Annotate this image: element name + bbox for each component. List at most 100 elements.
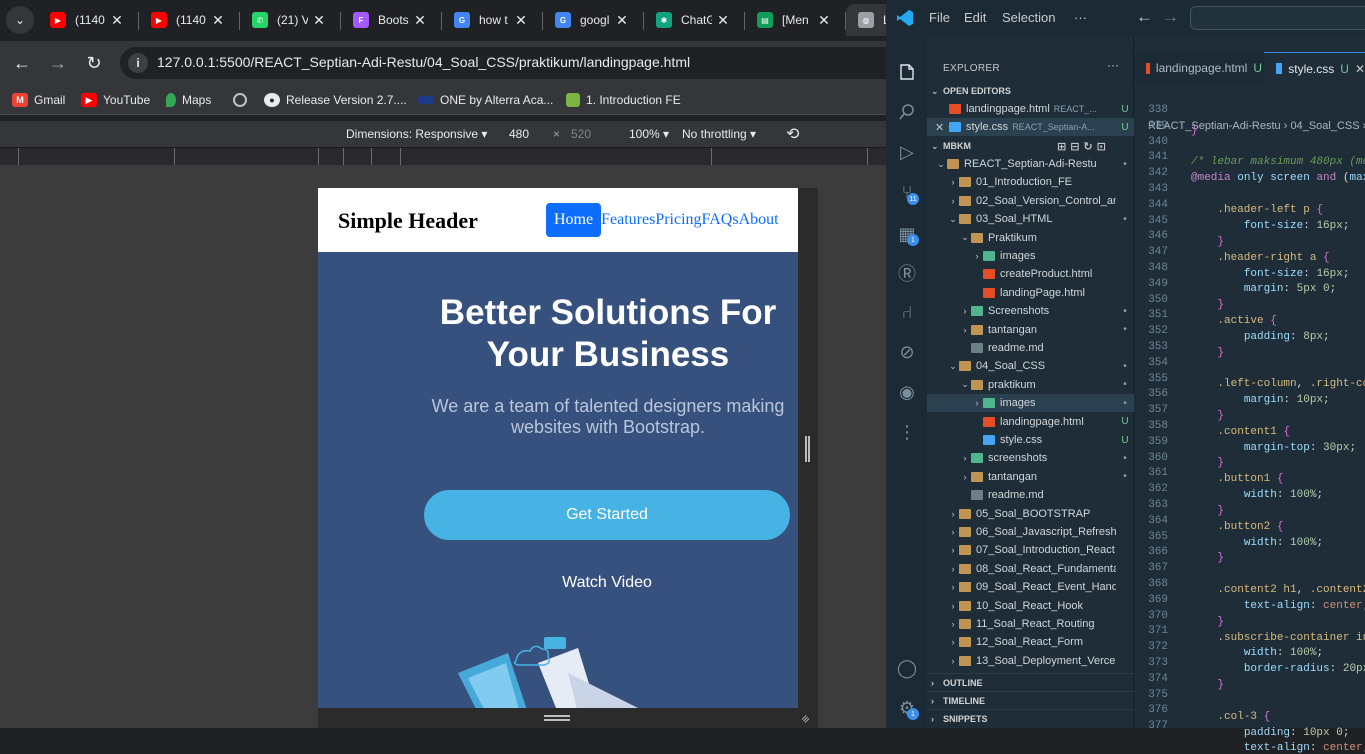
bookmark-alterra[interactable]: ONE by Alterra Aca... bbox=[418, 91, 553, 109]
media-query-tick[interactable] bbox=[400, 148, 401, 166]
close-icon[interactable]: ✕ bbox=[110, 12, 124, 29]
editor-tab-landingpage[interactable]: landingpage.html U bbox=[1134, 52, 1262, 84]
close-icon[interactable]: ✕ bbox=[615, 12, 629, 29]
throttle-select[interactable]: No throttling ▾ bbox=[682, 127, 756, 141]
timeline-icon[interactable]: ⋮ bbox=[895, 420, 919, 444]
git-graph-icon[interactable]: ⑁ bbox=[895, 300, 919, 324]
open-editor-item[interactable]: ✕ style.css REACT_Septian-A... U bbox=[927, 118, 1134, 136]
back-icon[interactable]: ← bbox=[10, 51, 34, 75]
corner-grip-icon[interactable]: ≡ bbox=[798, 712, 813, 727]
explorer-actions-icon[interactable]: ⊞⊟↻⊡ bbox=[1057, 140, 1110, 153]
tree-item[interactable]: › images • bbox=[927, 394, 1134, 413]
browser-tab[interactable]: Ggoogl ✕ bbox=[543, 4, 639, 36]
breadcrumb[interactable]: REACT_Septian-Adi-Restu › 04_Soal_CSS › … bbox=[1148, 120, 1365, 132]
close-icon[interactable]: ✕ bbox=[935, 121, 949, 134]
close-icon[interactable]: ✕ bbox=[413, 12, 427, 29]
tree-item[interactable]: › images bbox=[927, 247, 1134, 265]
zoom-select[interactable]: 100% ▾ bbox=[629, 127, 669, 141]
close-icon[interactable]: ✕ bbox=[211, 12, 225, 29]
tree-item[interactable]: ⌄ 04_Soal_CSS • bbox=[927, 357, 1134, 375]
rotate-icon[interactable]: ⟲ bbox=[786, 124, 799, 144]
menu-selection[interactable]: Selection bbox=[1002, 10, 1055, 25]
nav-about[interactable]: About bbox=[739, 211, 779, 229]
browser-tab[interactable]: F Boots ✕ bbox=[341, 4, 437, 36]
resize-handle-bottom[interactable]: ≡ bbox=[318, 708, 818, 728]
width-input[interactable]: 480 bbox=[509, 127, 529, 141]
bookmark-globe[interactable] bbox=[233, 91, 253, 109]
tree-item[interactable]: ⌄ 03_Soal_HTML • bbox=[927, 210, 1134, 228]
menu-edit[interactable]: Edit bbox=[964, 10, 986, 25]
tree-item[interactable]: › 13_Soal_Deployment_Vercel bbox=[927, 652, 1134, 670]
tree-item[interactable]: › 12_Soal_React_Form bbox=[927, 633, 1134, 651]
bookmark-intro-fe[interactable]: 1. Introduction FE bbox=[566, 91, 681, 109]
media-query-tick[interactable] bbox=[18, 148, 19, 166]
account-icon[interactable]: ◯ bbox=[895, 656, 919, 680]
close-icon[interactable]: ✕ bbox=[817, 12, 831, 29]
media-query-tick[interactable] bbox=[343, 148, 344, 166]
browser-tab[interactable]: ▶ (1140 ✕ bbox=[139, 4, 235, 36]
site-info-icon[interactable]: i bbox=[128, 53, 148, 73]
command-center[interactable] bbox=[1190, 6, 1365, 30]
tree-item[interactable]: › tantangan • bbox=[927, 321, 1134, 339]
tree-item[interactable]: › 08_Soal_React_Fundamental bbox=[927, 560, 1134, 578]
nav-home[interactable]: Home bbox=[546, 203, 602, 237]
editor-tab-style-css[interactable]: style.css U ✕ bbox=[1264, 52, 1365, 84]
tree-item[interactable]: landingpage.html U bbox=[927, 413, 1134, 431]
run-debug-icon[interactable]: ▷ bbox=[895, 140, 919, 164]
explorer-icon[interactable] bbox=[895, 60, 919, 84]
tree-item[interactable]: › 07_Soal_Introduction_React bbox=[927, 541, 1134, 559]
media-query-tick[interactable] bbox=[711, 148, 712, 166]
close-icon[interactable]: ✕ bbox=[312, 12, 326, 29]
browser-tab[interactable]: Ghow t ✕ bbox=[442, 4, 538, 36]
browser-tab[interactable]: ▤ [Men ✕ bbox=[745, 4, 841, 36]
tree-item[interactable]: landingPage.html bbox=[927, 284, 1134, 302]
section-workspace[interactable]: ⌄ MBKM ⊞⊟↻⊡ bbox=[927, 137, 1134, 155]
tree-item[interactable]: › 09_Soal_React_Event_Handling bbox=[927, 578, 1134, 596]
tab-search-button[interactable]: ⌄ bbox=[6, 6, 34, 34]
menu-more[interactable]: ··· bbox=[1074, 10, 1087, 25]
close-icon[interactable]: ✕ bbox=[514, 12, 528, 29]
tree-item[interactable]: ⌄ praktikum • bbox=[927, 376, 1134, 394]
tree-item[interactable]: › tantangan • bbox=[927, 468, 1134, 486]
reload-icon[interactable]: ↻ bbox=[82, 51, 106, 75]
media-query-tick[interactable] bbox=[867, 148, 868, 166]
dimensions-select[interactable]: Dimensions: Responsive ▾ bbox=[346, 127, 487, 141]
r-icon[interactable]: Ⓡ bbox=[895, 261, 919, 285]
menu-file[interactable]: File bbox=[929, 10, 950, 25]
tree-item[interactable]: › Screenshots • bbox=[927, 302, 1134, 320]
nav-pricing[interactable]: Pricing bbox=[655, 211, 701, 229]
media-query-tick[interactable] bbox=[174, 148, 175, 166]
media-query-tick[interactable] bbox=[318, 148, 319, 166]
remote-icon[interactable]: ⊘ bbox=[895, 340, 919, 364]
close-icon[interactable]: ✕ bbox=[1355, 62, 1365, 76]
tree-item[interactable]: › 11_Soal_React_Routing bbox=[927, 615, 1134, 633]
nav-back-icon[interactable]: ← bbox=[1136, 7, 1153, 27]
address-url[interactable]: 127.0.0.1:5500/REACT_Septian-Adi-Restu/0… bbox=[157, 54, 690, 70]
nav-forward-icon[interactable]: → bbox=[1162, 7, 1179, 27]
address-bar[interactable]: i 127.0.0.1:5500/REACT_Septian-Adi-Restu… bbox=[120, 47, 900, 79]
forward-icon[interactable]: → bbox=[46, 51, 70, 75]
tree-item[interactable]: createProduct.html bbox=[927, 265, 1134, 283]
nav-faqs[interactable]: FAQs bbox=[702, 211, 739, 229]
tree-item[interactable]: › 02_Soal_Version_Control_and_... bbox=[927, 192, 1134, 210]
tree-item[interactable]: ⌄ REACT_Septian-Adi-Restu • bbox=[927, 155, 1134, 173]
tree-item[interactable]: ⌄ Praktikum bbox=[927, 229, 1134, 247]
open-editor-item[interactable]: landingpage.html REACT_... U bbox=[927, 100, 1134, 118]
nav-features[interactable]: Features bbox=[601, 211, 655, 229]
tree-item[interactable]: › 01_Introduction_FE bbox=[927, 173, 1134, 191]
more-actions-icon[interactable]: ··· bbox=[1107, 58, 1119, 72]
section-timeline[interactable]: › TIMELINE bbox=[927, 691, 1134, 709]
get-started-button[interactable]: Get Started bbox=[424, 490, 790, 540]
tree-item[interactable]: › 06_Soal_Javascript_Refreshem... bbox=[927, 523, 1134, 541]
search-icon[interactable] bbox=[895, 100, 919, 124]
browser-tab[interactable]: ✆ (21) V ✕ bbox=[240, 4, 336, 36]
section-outline[interactable]: › OUTLINE bbox=[927, 673, 1134, 691]
browser-tab[interactable]: ✱ ChatG ✕ bbox=[644, 4, 740, 36]
bookmark-youtube[interactable]: ▶ YouTube bbox=[81, 91, 150, 109]
resize-handle-right[interactable] bbox=[798, 188, 818, 708]
tree-item[interactable]: › 05_Soal_BOOTSTRAP bbox=[927, 505, 1134, 523]
bookmark-github[interactable]: ● Release Version 2.7.... bbox=[264, 91, 407, 109]
tree-item[interactable]: › screenshots • bbox=[927, 449, 1134, 467]
tree-item[interactable]: readme.md bbox=[927, 486, 1134, 504]
height-input[interactable]: 520 bbox=[571, 127, 591, 141]
